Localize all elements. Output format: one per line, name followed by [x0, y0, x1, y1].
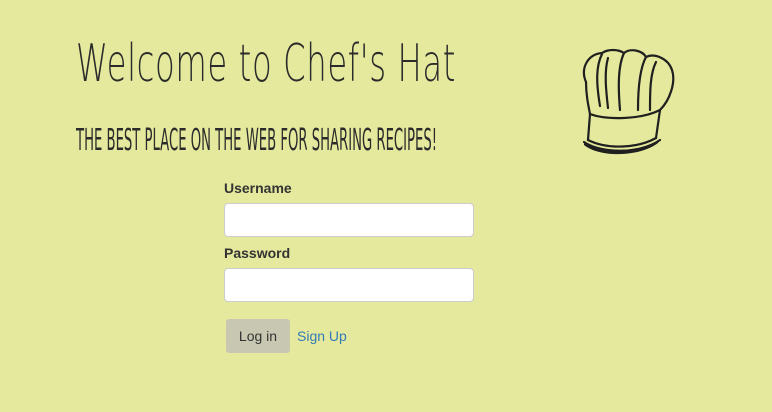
- username-input[interactable]: [224, 203, 474, 237]
- page-subtitle: The best place on the web for sharing re…: [76, 123, 437, 158]
- page: Welcome to Chef's Hat The best place on …: [0, 0, 772, 412]
- password-label: Password: [224, 245, 291, 261]
- signup-link[interactable]: Sign Up: [297, 328, 347, 344]
- form-actions: Log in Sign Up: [226, 319, 347, 353]
- chef-hat-icon: [582, 48, 675, 155]
- username-label: Username: [224, 180, 292, 196]
- page-title: Welcome to Chef's Hat: [76, 34, 457, 94]
- password-input[interactable]: [224, 268, 474, 302]
- login-form: Username Password: [224, 180, 474, 310]
- login-button[interactable]: Log in: [226, 319, 290, 353]
